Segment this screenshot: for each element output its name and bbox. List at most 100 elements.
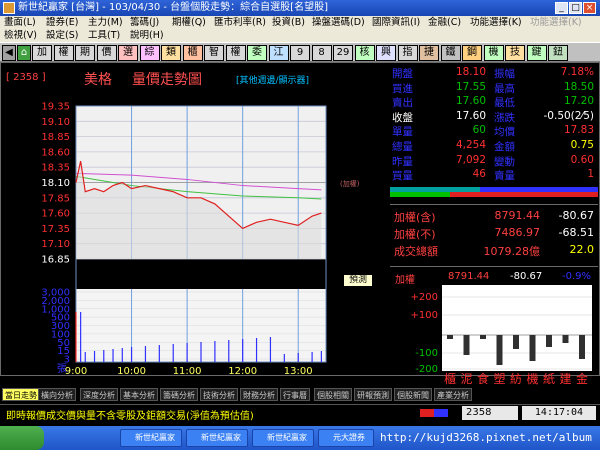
status-clock: 14:17:04: [522, 406, 596, 420]
time-tick-label: 11:00: [173, 366, 202, 376]
toolbar-button[interactable]: 捷: [419, 45, 439, 61]
status-ticker: 即時報價成交價與量不含零股及鉅額交易(淨值為預估值): [6, 411, 254, 422]
toolbar-button[interactable]: 權: [53, 45, 74, 61]
back-icon[interactable]: ◀: [2, 45, 16, 61]
toolbar-button[interactable]: 鋼: [462, 45, 482, 61]
menu-item[interactable]: 證券(E): [46, 16, 78, 29]
sector-index-value: 8791.44: [448, 271, 490, 282]
toolbar-button[interactable]: 29: [333, 45, 353, 61]
tab-6[interactable]: 財務分析: [240, 388, 278, 401]
index-label: 成交總額: [394, 245, 438, 258]
tab-11[interactable]: 產業分析: [434, 388, 472, 401]
toolbar-button[interactable]: 櫃: [182, 45, 203, 61]
menu-item[interactable]: 國際資訊(I): [372, 16, 420, 29]
index-change: 22.0: [569, 243, 595, 256]
menu-item[interactable]: 檢視(V): [4, 29, 37, 42]
toolbar: ◀ ⌂ 加權期價選綜類櫃智權委江 9 8 29 核興指捷鐵鋼機技鍵鈕: [0, 42, 600, 62]
tab-2[interactable]: 深度分析: [80, 388, 118, 401]
toolbar-button[interactable]: 選: [118, 45, 138, 61]
sector-bar: [529, 335, 536, 361]
menu-item[interactable]: 主力(M): [88, 16, 123, 29]
menu-item[interactable]: 投資(B): [272, 16, 305, 29]
toolbar-button[interactable]: 興: [376, 45, 396, 61]
menu-item[interactable]: 畫面(L): [4, 16, 36, 29]
price-volume-chart[interactable]: 19.35 19.10 18.85 18.60 18.35 18.10 17.85 17.60…: [2, 64, 388, 376]
menu-item[interactable]: 操盤選碼(D): [312, 16, 365, 29]
menu-item[interactable]: 籌碼(J): [130, 16, 159, 29]
index-label: 加權(含): [394, 211, 436, 224]
menu-item[interactable]: 設定(S): [46, 29, 78, 42]
minimize-button[interactable]: _: [555, 2, 568, 14]
toolbar-button[interactable]: 加: [32, 45, 52, 61]
taskbar-item[interactable]: 新世紀贏家: [252, 429, 314, 447]
sector-bar: [480, 335, 486, 339]
toolbar-button[interactable]: 指: [397, 45, 418, 61]
toolbar-button[interactable]: 8: [311, 45, 332, 61]
sector-name-label: 建: [559, 372, 571, 386]
tab-9[interactable]: 研報預測: [354, 388, 392, 401]
menu-item[interactable]: 金融(C): [428, 16, 461, 29]
toolbar-button[interactable]: 權: [225, 45, 246, 61]
sector-name-label: 食: [477, 371, 489, 386]
title-bar: 新世紀贏家 [台灣] - 103/04/30 - 台盤個股走勢：綜合自選股[名望…: [0, 0, 600, 16]
taskbar-item[interactable]: 新世紀贏家: [120, 429, 182, 447]
status-stock-code[interactable]: 2358: [462, 406, 518, 420]
menu-item[interactable]: 說明(H): [130, 29, 164, 42]
toolbar-button[interactable]: 綜: [139, 45, 160, 61]
toolbar-button[interactable]: 價: [96, 45, 117, 61]
toolbar-button[interactable]: 鈕: [548, 45, 568, 61]
toolbar-button[interactable]: 機: [483, 45, 504, 61]
toolbar-button[interactable]: 江: [268, 45, 289, 61]
tab-3[interactable]: 基本分析: [120, 388, 158, 401]
price-tick-label: 18.10: [41, 178, 70, 189]
tab-8[interactable]: 個股相關: [314, 388, 352, 401]
tab-10[interactable]: 個股新聞: [394, 388, 432, 401]
home-icon[interactable]: ⌂: [17, 45, 31, 61]
maximize-button[interactable]: □: [569, 2, 582, 14]
quote-value: 18.10: [455, 66, 486, 78]
toolbar-button[interactable]: 鐵: [440, 45, 461, 61]
quote-value: 0.75: [570, 139, 594, 151]
tab-0[interactable]: 當日走勢: [2, 388, 40, 401]
start-button[interactable]: [0, 426, 44, 450]
sector-name-label: 塑: [493, 371, 505, 386]
menu-item[interactable]: 期權(Q): [172, 16, 206, 29]
menu-item[interactable]: 匯市利率(R): [214, 16, 266, 29]
quote-value: 60: [472, 124, 486, 137]
tab-1[interactable]: 橫向分析: [38, 388, 76, 401]
toolbar-button[interactable]: 技: [505, 45, 525, 61]
toolbar-button[interactable]: 9: [290, 45, 310, 61]
toolbar-button[interactable]: 委: [247, 45, 267, 61]
price-tick-label: 17.60: [41, 209, 70, 220]
sector-name-label: 金: [576, 371, 588, 386]
quote-label: 買量: [392, 170, 413, 183]
sector-bar-chart[interactable]: +200 +100 -100 -200 櫃泥食塑紡機紙建金: [390, 285, 598, 387]
taskbar-item[interactable]: 新世紀贏家: [186, 429, 248, 447]
menu-item[interactable]: 工具(T): [88, 29, 120, 42]
time-tick-label: 10:00: [117, 366, 146, 376]
toolbar-button[interactable]: 期: [75, 45, 95, 61]
time-tick-label: 9:00: [65, 366, 87, 376]
taskbar-item[interactable]: 元大證券: [318, 429, 374, 447]
toolbar-button[interactable]: 智: [204, 45, 224, 61]
sector-bar: [513, 335, 519, 349]
price-tick-label: 18.85: [41, 132, 70, 143]
tab-4[interactable]: 籌碼分析: [160, 388, 198, 401]
predict-button[interactable]: 預測: [343, 274, 373, 287]
reference-label: (加權): [340, 180, 360, 188]
toolbar-button[interactable]: 核: [354, 45, 375, 61]
quote-label: 振幅: [494, 68, 515, 80]
toolbar-button[interactable]: 鍵: [526, 45, 547, 61]
index-value: 7486.97: [494, 226, 541, 239]
menu-bar-1: 畫面(L) 證券(E) 主力(M) 籌碼(J) 期權(Q) 匯市利率(R) 投資…: [0, 16, 600, 29]
price-tick-label: 18.35: [41, 163, 70, 174]
menu-bar-2: 檢視(V) 設定(S) 工具(T) 說明(H): [0, 29, 600, 42]
close-button[interactable]: ×: [583, 2, 596, 14]
price-tick-label: 19.35: [41, 102, 70, 113]
price-tick-label: 17.85: [41, 193, 70, 204]
tab-7[interactable]: 行事曆: [280, 388, 310, 401]
quote-label: 最低: [494, 97, 515, 110]
tab-5[interactable]: 技術分析: [200, 388, 238, 401]
menu-item[interactable]: 功能選擇(K): [470, 16, 522, 29]
toolbar-button[interactable]: 類: [161, 45, 181, 61]
